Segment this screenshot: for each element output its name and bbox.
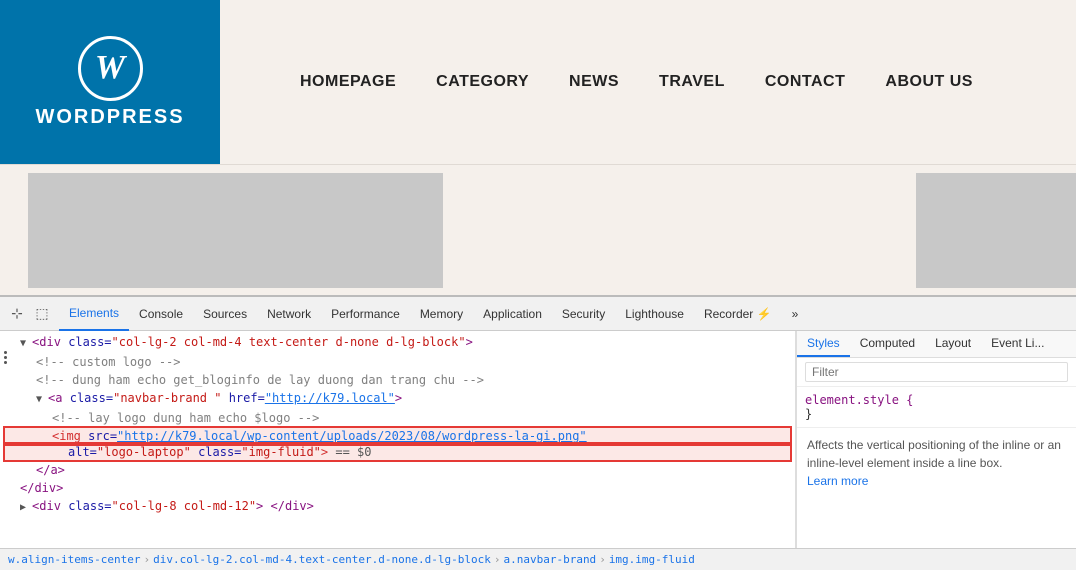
code-line-10: ▶ <div class="col-lg-8 col-md-12"> </div… bbox=[4, 497, 791, 517]
code-line-3: <!-- dung ham echo get_bloginfo de lay d… bbox=[4, 371, 791, 389]
breadcrumb-item-2[interactable]: div.col-lg-2.col-md-4.text-center.d-none… bbox=[153, 553, 491, 566]
gray-box-left bbox=[28, 173, 443, 288]
wp-logo-letter: W bbox=[95, 49, 125, 87]
styles-tab-computed[interactable]: Computed bbox=[850, 331, 925, 357]
code-line-9: </div> bbox=[4, 479, 791, 497]
tooltip-text-area: Affects the vertical positioning of the … bbox=[797, 428, 1076, 548]
styles-tab-eventli[interactable]: Event Li... bbox=[981, 331, 1054, 357]
code-line-2: <!-- custom logo --> bbox=[4, 353, 791, 371]
nav-category[interactable]: CATEGORY bbox=[436, 73, 529, 91]
content-area bbox=[0, 165, 1076, 295]
breadcrumb-item-4[interactable]: img.img-fluid bbox=[609, 553, 695, 566]
code-line-5: <!-- lay logo dung ham echo $logo --> bbox=[4, 409, 791, 427]
styles-content: element.style { } bbox=[797, 387, 1076, 428]
styles-tab-bar: Styles Computed Layout Event Li... bbox=[797, 331, 1076, 358]
tab-elements[interactable]: Elements bbox=[59, 297, 129, 331]
navbar: W WORDPRESS HOMEPAGE CATEGORY NEWS TRAVE… bbox=[0, 0, 1076, 165]
tab-network[interactable]: Network bbox=[257, 297, 321, 331]
inspect-icon[interactable]: ⬚ bbox=[31, 303, 53, 325]
tab-security[interactable]: Security bbox=[552, 297, 615, 331]
elements-panel[interactable]: ▼ <div class="col-lg-2 col-md-4 text-cen… bbox=[0, 331, 796, 548]
styles-filter-row bbox=[797, 358, 1076, 387]
nav-travel[interactable]: TRAVEL bbox=[659, 73, 725, 91]
styles-tab-styles[interactable]: Styles bbox=[797, 331, 850, 357]
styles-panel: Styles Computed Layout Event Li... eleme… bbox=[796, 331, 1076, 548]
code-line-1: ▼ <div class="col-lg-2 col-md-4 text-cen… bbox=[4, 333, 791, 353]
wordpress-label: WORDPRESS bbox=[35, 106, 184, 129]
element-style-selector: element.style { bbox=[805, 393, 913, 407]
devtools-panel: ⊹ ⬚ Elements Console Sources Network Per… bbox=[0, 295, 1076, 570]
wp-circle: W bbox=[78, 36, 143, 101]
nav-contact[interactable]: CONTACT bbox=[765, 73, 846, 91]
devtools-tab-bar: ⊹ ⬚ Elements Console Sources Network Per… bbox=[0, 297, 1076, 331]
tab-memory[interactable]: Memory bbox=[410, 297, 473, 331]
gray-box-right bbox=[916, 173, 1076, 288]
nav-homepage[interactable]: HOMEPAGE bbox=[300, 73, 396, 91]
tab-application[interactable]: Application bbox=[473, 297, 552, 331]
tab-lighthouse[interactable]: Lighthouse bbox=[615, 297, 694, 331]
element-style-close: } bbox=[805, 407, 812, 421]
code-line-4: ▼ <a class="navbar-brand " href="http://… bbox=[4, 389, 791, 409]
breadcrumb-sep-3: › bbox=[599, 553, 606, 566]
nav-aboutus[interactable]: ABOUT US bbox=[885, 73, 973, 91]
code-line-7-highlighted: alt="logo-laptop" class="img-fluid"> == … bbox=[4, 443, 791, 461]
tab-console[interactable]: Console bbox=[129, 297, 193, 331]
code-line-8: </a> bbox=[4, 461, 791, 479]
breadcrumb-item-3[interactable]: a.navbar-brand bbox=[503, 553, 596, 566]
breadcrumb-sep-1: › bbox=[143, 553, 150, 566]
tab-sources[interactable]: Sources bbox=[193, 297, 257, 331]
three-dot-indicator bbox=[4, 351, 7, 364]
logo-area: W WORDPRESS bbox=[0, 0, 220, 164]
breadcrumb-sep-2: › bbox=[494, 553, 501, 566]
nav-links: HOMEPAGE CATEGORY NEWS TRAVEL CONTACT AB… bbox=[300, 0, 973, 164]
breadcrumb-bar: w.align-items-center › div.col-lg-2.col-… bbox=[0, 548, 1076, 570]
learn-more-link[interactable]: Learn more bbox=[807, 474, 868, 488]
cursor-icon[interactable]: ⊹ bbox=[6, 303, 28, 325]
styles-filter-input[interactable] bbox=[805, 362, 1068, 382]
tab-performance[interactable]: Performance bbox=[321, 297, 410, 331]
nav-news[interactable]: NEWS bbox=[569, 73, 619, 91]
styles-tab-layout[interactable]: Layout bbox=[925, 331, 981, 357]
devtools-body: ▼ <div class="col-lg-2 col-md-4 text-cen… bbox=[0, 331, 1076, 548]
tab-more[interactable]: » bbox=[782, 297, 809, 331]
tab-recorder[interactable]: Recorder ⚡ bbox=[694, 297, 782, 331]
tooltip-content: Affects the vertical positioning of the … bbox=[807, 438, 1061, 470]
breadcrumb-item-1[interactable]: w.align-items-center bbox=[8, 553, 140, 566]
